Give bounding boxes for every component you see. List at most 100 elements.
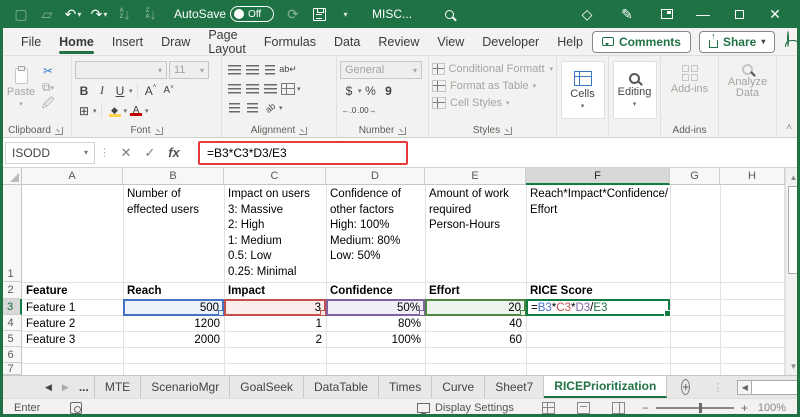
- sheet-tab-sheet7[interactable]: Sheet7: [485, 376, 545, 398]
- cell-a4[interactable]: Feature 2: [22, 316, 123, 334]
- addins-button[interactable]: Add-ins: [664, 65, 715, 95]
- cancel-entry-icon[interactable]: ✕: [114, 142, 138, 164]
- cells-area[interactable]: Number of effected users Impact on users…: [22, 185, 785, 375]
- row-header-1[interactable]: 1: [0, 185, 22, 282]
- decrease-font-icon[interactable]: A ˅: [160, 82, 178, 99]
- font-color-icon[interactable]: A: [127, 102, 145, 119]
- decrease-decimal-icon[interactable]: .00→: [357, 102, 376, 119]
- borders-icon[interactable]: ⊞: [75, 102, 93, 119]
- cell-c1[interactable]: Impact on users 3: Massive 2: High 1: Me…: [224, 186, 326, 282]
- styles-dialog-launcher[interactable]: [504, 126, 513, 135]
- sync-icon[interactable]: ⟳: [280, 0, 306, 28]
- tab-home[interactable]: Home: [50, 28, 103, 56]
- tab-file[interactable]: File: [12, 28, 50, 56]
- sheet-tab-scenariomgr[interactable]: ScenarioMgr: [141, 376, 231, 398]
- cell-c2[interactable]: Impact: [224, 283, 326, 301]
- font-size-select[interactable]: 11 ▾: [169, 61, 209, 79]
- select-all-corner[interactable]: [0, 168, 22, 185]
- sheet-tab-curve[interactable]: Curve: [432, 376, 486, 398]
- tab-view[interactable]: View: [428, 28, 473, 56]
- clipboard-dialog-launcher[interactable]: [54, 126, 63, 135]
- tab-page-layout[interactable]: Page Layout: [199, 28, 255, 56]
- increase-font-icon[interactable]: A ˄: [142, 82, 160, 99]
- zoom-level[interactable]: 100%: [758, 402, 786, 414]
- underline-button[interactable]: U: [111, 82, 129, 99]
- cell-b4[interactable]: 1200: [123, 316, 224, 334]
- col-header-e[interactable]: E: [425, 168, 526, 185]
- col-header-d[interactable]: D: [326, 168, 425, 185]
- conditional-formatting-button[interactable]: Conditional Formatting▾: [432, 63, 553, 75]
- col-header-c[interactable]: C: [224, 168, 326, 185]
- share-button[interactable]: Share ▾: [698, 30, 776, 53]
- collapse-ribbon-chevron[interactable]: ˄: [786, 122, 792, 133]
- number-format-select[interactable]: General ▾: [340, 61, 422, 79]
- maximize-button[interactable]: [726, 0, 752, 28]
- sheet-nav-left-icon[interactable]: ◀: [40, 376, 57, 398]
- tab-formulas[interactable]: Formulas: [255, 28, 325, 56]
- redo-button[interactable]: ↷ ▾: [86, 0, 112, 28]
- increase-decimal-icon[interactable]: ←.0: [340, 102, 358, 119]
- col-header-a[interactable]: A: [22, 168, 123, 185]
- minimize-button[interactable]: —: [690, 0, 716, 28]
- comma-style-icon[interactable]: 9: [380, 82, 398, 99]
- col-header-g[interactable]: G: [670, 168, 720, 185]
- cell-c3-impact[interactable]: 3: [224, 299, 326, 316]
- zoom-slider[interactable]: [655, 403, 734, 414]
- cell-f1[interactable]: Reach*Impact*Confidence/ Effort: [526, 186, 670, 282]
- tab-developer[interactable]: Developer: [473, 28, 548, 56]
- sheet-tab-riceprioritization[interactable]: RICEPrioritization: [544, 376, 668, 398]
- merge-center-icon[interactable]: [279, 80, 297, 97]
- ribbon-display-options-icon[interactable]: [654, 0, 680, 28]
- paste-button[interactable]: Paste ▾: [3, 59, 39, 113]
- cell-e2[interactable]: Effort: [425, 283, 526, 301]
- row-header-2[interactable]: 2: [0, 282, 22, 299]
- formula-input[interactable]: =B3*C3*D3/E3: [207, 146, 287, 160]
- save-button[interactable]: [306, 0, 332, 28]
- sort-descending-icon[interactable]: Z A ↓: [138, 0, 164, 28]
- normal-view-icon[interactable]: [541, 402, 555, 414]
- zoom-slider-thumb[interactable]: [698, 403, 702, 414]
- people-icon[interactable]: [787, 30, 790, 47]
- row-header-4[interactable]: 4: [0, 315, 22, 331]
- horizontal-scrollbar[interactable]: ◀ ▶: [737, 379, 800, 395]
- row-header-7[interactable]: 7: [0, 363, 22, 375]
- percent-icon[interactable]: %: [362, 82, 380, 99]
- cell-e5[interactable]: 60: [425, 332, 526, 350]
- cell-styles-button[interactable]: Cell Styles ▾: [432, 97, 553, 109]
- tab-insert[interactable]: Insert: [103, 28, 152, 56]
- tab-draw[interactable]: Draw: [152, 28, 199, 56]
- cell-e1[interactable]: Amount of work required Person-Hours: [425, 186, 526, 282]
- fill-color-icon[interactable]: ◆: [106, 102, 124, 119]
- cell-b2[interactable]: Reach: [123, 283, 224, 301]
- editing-button[interactable]: Editing ▾: [612, 61, 657, 119]
- align-center-icon[interactable]: [243, 80, 261, 97]
- cell-a5[interactable]: Feature 3: [22, 332, 123, 350]
- cell-d1[interactable]: Confidence of other factors High: 100% M…: [326, 186, 425, 282]
- cell-d4[interactable]: 80%: [326, 316, 425, 334]
- cell-c5[interactable]: 2: [224, 332, 326, 350]
- sheet-tab-goalseek[interactable]: GoalSeek: [230, 376, 304, 398]
- cut-icon[interactable]: ✂: [39, 62, 57, 79]
- orientation-icon[interactable]: ab: [258, 95, 283, 120]
- cell-b5[interactable]: 2000: [123, 332, 224, 350]
- cell-a3[interactable]: Feature 1: [22, 300, 123, 318]
- decrease-indent-icon[interactable]: [225, 99, 243, 116]
- search-icon[interactable]: [436, 0, 462, 28]
- align-top-icon[interactable]: [225, 61, 243, 78]
- zoom-out-icon[interactable]: −: [642, 401, 649, 415]
- tab-help[interactable]: Help: [548, 28, 592, 56]
- row-header-5[interactable]: 5: [0, 331, 22, 347]
- wrap-text-icon[interactable]: ab↵: [279, 61, 297, 78]
- font-dialog-launcher[interactable]: [154, 126, 163, 135]
- premium-diamond-icon[interactable]: ◇: [574, 0, 600, 28]
- open-file-icon[interactable]: ▱: [34, 0, 60, 28]
- sort-ascending-icon[interactable]: A Z ↓: [112, 0, 138, 28]
- autosave-toggle[interactable]: Off: [230, 6, 275, 22]
- tab-review[interactable]: Review: [369, 28, 428, 56]
- col-header-f[interactable]: F: [526, 168, 670, 185]
- cell-d2[interactable]: Confidence: [326, 283, 425, 301]
- sheet-nav-right-icon[interactable]: ▶: [57, 376, 74, 398]
- sheet-tab-mte[interactable]: MTE: [93, 376, 142, 398]
- name-box-splitter[interactable]: ⋮: [99, 146, 110, 159]
- sheetbar-splitter[interactable]: ⋮: [712, 381, 723, 394]
